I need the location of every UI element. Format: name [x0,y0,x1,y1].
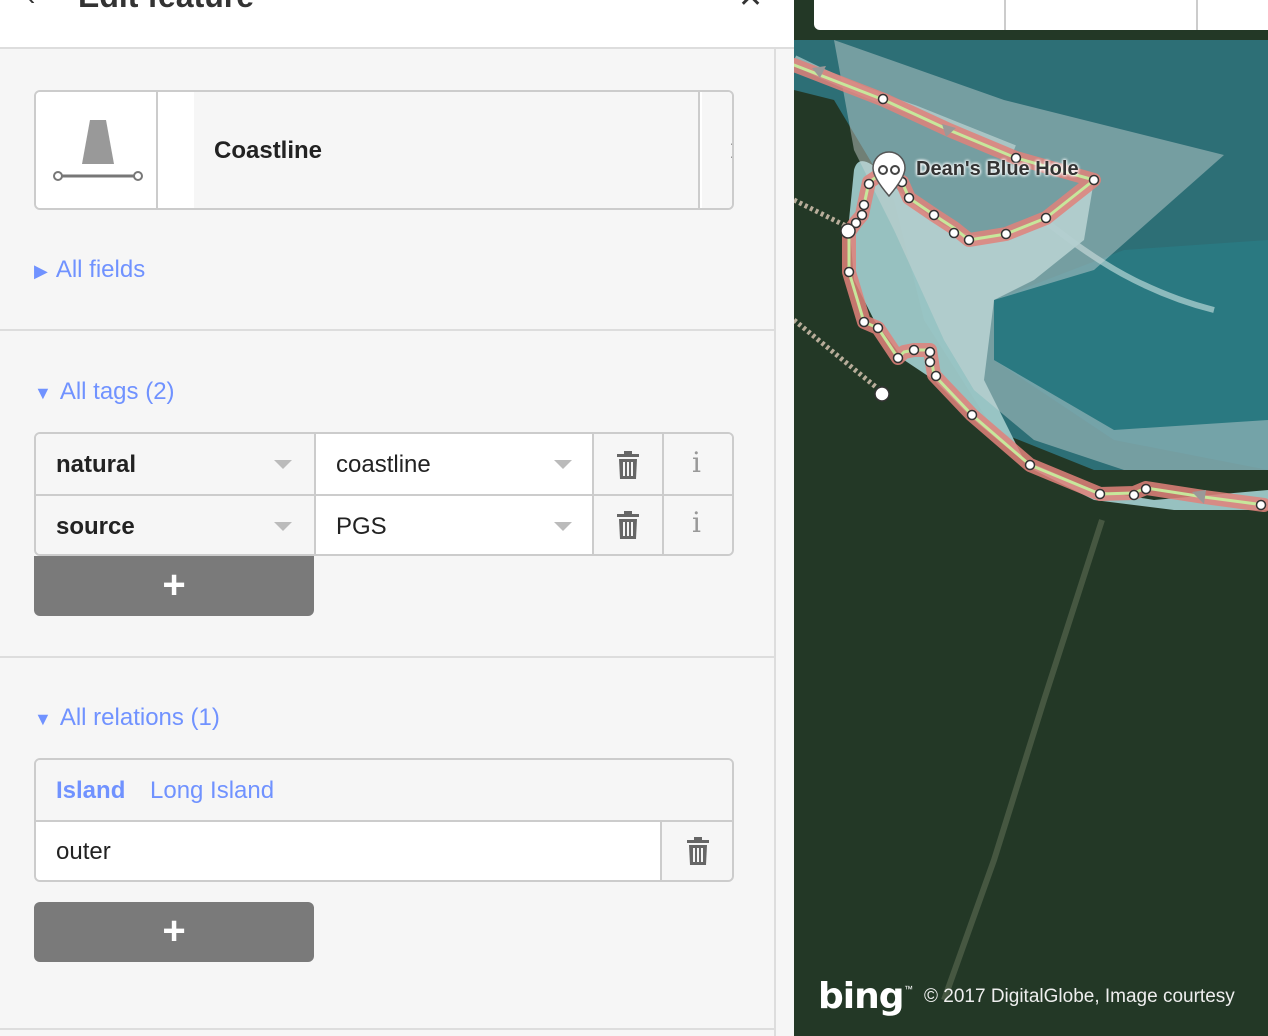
trash-icon [617,451,639,479]
section-divider [0,656,776,658]
delete-membership-button[interactable] [664,822,732,880]
inspector-header: ‹ Edit feature ✕ [0,0,794,49]
trash-icon [617,511,639,539]
all-tags-toggle[interactable]: ▼ All tags (2) [34,378,175,406]
all-fields-label: All fields [55,256,146,283]
relation-membership: Island Long Island outer [34,758,734,882]
preset-icon-container [36,92,158,208]
map-point-label[interactable]: Dean's Blue Hole [916,158,1079,181]
relation-type: Island [56,777,126,804]
chevron-down-icon[interactable] [554,460,572,469]
page-title: Edit feature [78,0,254,15]
bing-trademark: ™ [904,984,913,994]
add-relation-button[interactable]: + [34,902,314,962]
map-view[interactable]: Dean's Blue Hole bing ™ © 2017 DigitalGl… [794,0,1268,1036]
chevron-left-icon[interactable]: ‹ [26,0,35,12]
info-icon: i [692,506,701,539]
trash-icon [687,837,709,865]
preset-name-button[interactable]: Coastline [194,92,700,208]
delete-tag-button[interactable] [594,496,664,554]
tag-key-input[interactable]: natural [36,434,316,494]
satellite-imagery [794,0,1268,1036]
relation-role-input[interactable]: outer [36,822,662,880]
coastline-icon [53,120,143,181]
relation-header-link[interactable]: Island Long Island [36,760,732,822]
add-tag-button[interactable]: + [34,556,314,616]
preset-name-label: Coastline [214,137,323,164]
caret-down-icon: ▼ [34,709,52,729]
tag-info-button[interactable]: i [664,434,732,494]
tag-row: source PGS i [36,496,732,554]
caret-right-icon: ▶ [34,261,48,281]
chevron-down-icon[interactable] [274,460,292,469]
all-relations-label: All relations (1) [59,704,220,731]
scrollbar[interactable] [774,49,794,1036]
map-top-toolbar [814,0,1268,30]
toolbar-separator [1196,0,1198,30]
imagery-attribution[interactable]: © 2017 DigitalGlobe, Image courtesy [924,986,1235,1008]
close-icon[interactable]: ✕ [738,0,763,15]
tag-editor-table: natural coastline i source PGS i [34,432,734,556]
all-relations-toggle[interactable]: ▼ All relations (1) [34,704,220,732]
delete-tag-button[interactable] [594,434,664,494]
info-icon: i [692,446,701,479]
tag-key-input[interactable]: source [36,496,316,554]
section-divider [0,329,776,331]
tag-info-button[interactable]: i [664,496,732,554]
all-tags-label: All tags (2) [59,378,175,405]
tag-row: natural coastline i [36,434,732,496]
toolbar-separator [1004,0,1006,30]
caret-down-icon: ▼ [34,383,52,403]
bing-logo[interactable]: bing [818,976,905,1017]
all-fields-toggle[interactable]: ▶ All fields [34,256,145,284]
preset-list-item[interactable]: Coastline i [34,90,734,210]
chevron-down-icon[interactable] [274,522,292,531]
tag-value-input[interactable]: PGS [316,496,594,554]
inspector-sidebar: ‹ Edit feature ✕ Coastline i ▶ All fields… [0,0,794,1036]
info-icon: i [730,132,732,165]
tag-value-input[interactable]: coastline [316,434,594,494]
relation-name: Long Island [150,777,275,804]
preset-info-button[interactable]: i [702,92,732,208]
section-divider [0,1028,776,1030]
chevron-down-icon[interactable] [554,522,572,531]
